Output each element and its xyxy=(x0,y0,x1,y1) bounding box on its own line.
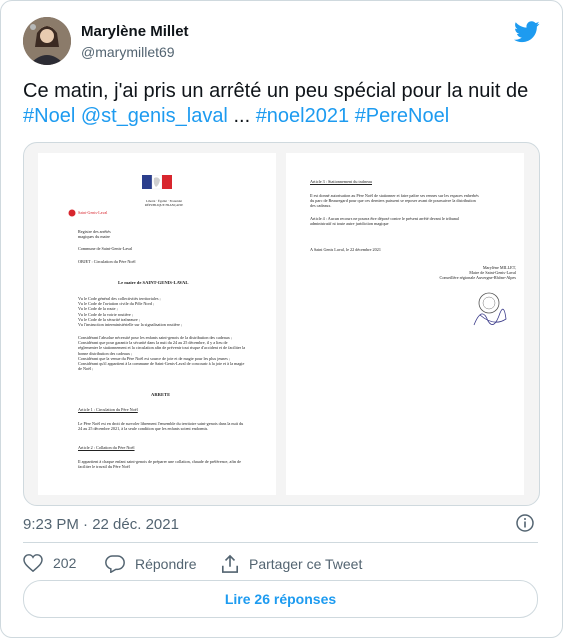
author-name[interactable]: Marylène Millet xyxy=(81,23,189,40)
share-icon xyxy=(221,554,239,573)
twitter-bird-icon[interactable] xyxy=(514,21,540,43)
doc-article3-title: Article 3 : Stationnement du traîneau xyxy=(310,179,372,184)
city-logo-text: Saint-Genis-Laval xyxy=(78,210,108,215)
mention-st-genis-laval[interactable]: @st_genis_laval xyxy=(81,105,228,127)
share-label: Partager ce Tweet xyxy=(249,556,363,572)
info-icon[interactable] xyxy=(516,514,534,532)
avatar[interactable] xyxy=(23,17,71,65)
doc-considerants: Considérant l'absolue nécessité pour les… xyxy=(78,335,246,372)
official-stamp-signature-icon xyxy=(473,292,507,326)
doc-article3-text: Il est donné autorisation au Père Noël d… xyxy=(310,193,479,209)
author-handle[interactable]: @marymillet69 xyxy=(81,44,175,60)
divider xyxy=(23,542,538,543)
rf-header: Liberté · Égalité · Fraternité RÉPUBLIQU… xyxy=(144,199,184,207)
doc-arrete: ARRETE xyxy=(151,392,171,397)
doc-registre: Registre des arrêtés magiques du maire xyxy=(78,229,111,240)
doc-signature-block: Marylène MILLET, Maire de Saint-Genis-La… xyxy=(439,265,516,281)
doc-article4-text: Article 4 : Aucun recours ne pourra être… xyxy=(310,216,459,227)
doc-article1-title: Article 1 : Circulation du Père Noël xyxy=(78,407,138,412)
doc-objet: OBJET : Circulation du Père Noël xyxy=(78,259,136,264)
heart-icon xyxy=(23,554,43,572)
tweet-ellipsis: ... xyxy=(233,105,251,127)
doc-fait: A Saint Genis Laval, le 22 décembre 2021 xyxy=(310,247,381,252)
share-button[interactable]: Partager ce Tweet xyxy=(221,554,362,574)
doc-commune: Commune de Saint-Genis-Laval xyxy=(78,246,133,251)
tweet-text: Ce matin, j'ai pris un arrêté un peu spé… xyxy=(23,79,543,129)
tweet-timestamp[interactable]: 9:23 PM · 22 déc. 2021 xyxy=(23,516,179,533)
reply-button[interactable]: Répondre xyxy=(105,554,197,573)
reply-label: Répondre xyxy=(135,555,197,572)
doc-vus: Vu le Code général des collectivités ter… xyxy=(78,296,183,328)
like-count: 202 xyxy=(53,555,77,571)
tweet-card: Marylène Millet @marymillet69 Ce matin, … xyxy=(0,0,563,638)
city-logo-icon xyxy=(68,209,76,217)
doc-article2-text: Il appartient à chaque enfant saint-geno… xyxy=(78,459,241,470)
tweet-intro: Ce matin, j'ai pris un arrêté un peu spé… xyxy=(23,80,529,102)
read-replies-button[interactable]: Lire 26 réponses xyxy=(23,580,538,618)
document-page-left: Liberté · Égalité · Fraternité RÉPUBLIQU… xyxy=(38,153,276,495)
doc-maire-title: Le maire de SAINT-GENIS-LAVAL xyxy=(118,280,189,285)
hashtag-noel2021[interactable]: #noel2021 xyxy=(256,105,349,127)
document-page-right: Article 3 : Stationnement du traîneau Il… xyxy=(286,153,524,495)
tweet-media-image[interactable]: Liberté · Égalité · Fraternité RÉPUBLIQU… xyxy=(23,142,540,506)
hashtag-perenoel[interactable]: #PereNoel xyxy=(355,105,450,127)
doc-article1-text: Le Père Noël est en droit de survoler li… xyxy=(78,421,244,432)
hashtag-noel[interactable]: #Noel xyxy=(23,105,75,127)
read-replies-label: Lire 26 réponses xyxy=(224,591,337,607)
reply-bubble-icon xyxy=(105,555,125,573)
doc-article2-title: Article 2 : Collation du Père Noël xyxy=(78,445,135,450)
like-button[interactable]: 202 xyxy=(23,554,76,572)
marianne-logo-icon xyxy=(142,175,172,190)
